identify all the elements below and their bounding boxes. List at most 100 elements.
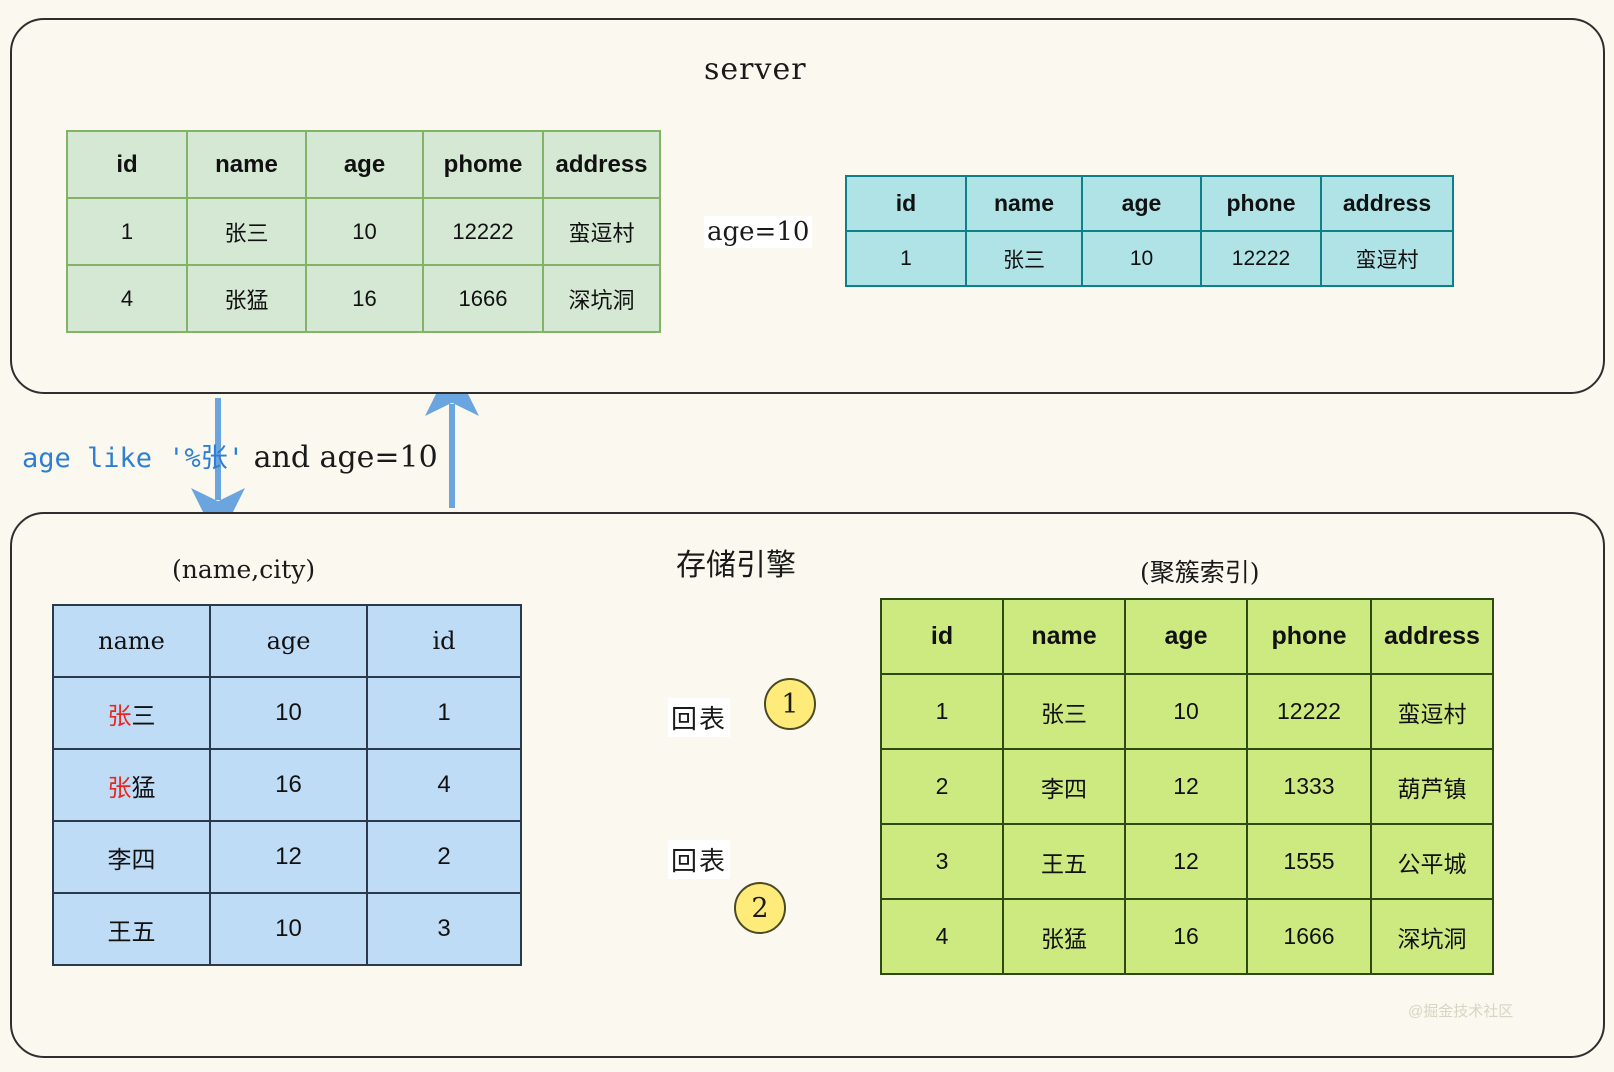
cell-name: 张猛 bbox=[52, 748, 211, 822]
cell-age: 12 bbox=[1124, 748, 1248, 825]
cell-age: 10 bbox=[305, 197, 424, 266]
column-header-address: address bbox=[542, 130, 661, 199]
cell-id: 3 bbox=[366, 892, 522, 966]
diagram-canvas: server id name age phome address 1 张三 10… bbox=[0, 0, 1614, 1072]
column-header-phone: phone bbox=[1200, 175, 1322, 232]
server-title: server bbox=[704, 52, 807, 87]
table-row: 王五 10 3 bbox=[52, 892, 522, 966]
cell-age: 12 bbox=[1124, 823, 1248, 900]
table-header-row: id name age phone address bbox=[880, 598, 1494, 675]
cell-id: 1 bbox=[880, 673, 1004, 750]
cell-name: 张三 bbox=[186, 197, 307, 266]
cell-phone: 12222 bbox=[1200, 230, 1322, 287]
cell-name: 张三 bbox=[965, 230, 1083, 287]
cell-age: 12 bbox=[209, 820, 368, 894]
name-prefix-highlight: 张 bbox=[107, 702, 132, 730]
cell-name: 王五 bbox=[52, 892, 211, 966]
name-rest: 猛 bbox=[131, 774, 156, 802]
column-header-address: address bbox=[1320, 175, 1454, 232]
cell-name: 李四 bbox=[52, 820, 211, 894]
cell-age: 16 bbox=[305, 264, 424, 333]
cell-phome: 12222 bbox=[422, 197, 544, 266]
cell-id: 1 bbox=[845, 230, 967, 287]
cell-phone: 12222 bbox=[1246, 673, 1372, 750]
column-header-phome: phome bbox=[422, 130, 544, 199]
table-row: 3 王五 12 1555 公平城 bbox=[880, 823, 1494, 900]
step-badge-2: 2 bbox=[734, 882, 786, 934]
clustered-index-table: id name age phone address 1 张三 10 12222 … bbox=[880, 598, 1494, 975]
table-row: 张猛 16 4 bbox=[52, 748, 522, 822]
column-header-name: name bbox=[186, 130, 307, 199]
table-row: 4 张猛 16 1666 深坑洞 bbox=[66, 264, 661, 333]
table-row: 2 李四 12 1333 葫芦镇 bbox=[880, 748, 1494, 825]
clustered-index-label: (聚簇索引) bbox=[1140, 558, 1260, 587]
table-header-row: id name age phone address bbox=[845, 175, 1454, 232]
condition-index-part: age like '%张' bbox=[22, 443, 245, 474]
cell-age: 10 bbox=[209, 892, 368, 966]
condition-filter-part: and age=10 bbox=[244, 440, 438, 475]
server-result-table: id name age phone address 1 张三 10 12222 … bbox=[845, 175, 1454, 287]
cell-address: 蛮逗村 bbox=[1320, 230, 1454, 287]
cell-age: 10 bbox=[1081, 230, 1202, 287]
column-header-id: id bbox=[880, 598, 1004, 675]
table-row: 4 张猛 16 1666 深坑洞 bbox=[880, 898, 1494, 975]
table-row: 李四 12 2 bbox=[52, 820, 522, 894]
cell-age: 10 bbox=[1124, 673, 1248, 750]
server-source-table: id name age phome address 1 张三 10 12222 … bbox=[66, 130, 661, 333]
column-header-age: age bbox=[1124, 598, 1248, 675]
cell-id: 2 bbox=[366, 820, 522, 894]
cell-address: 葫芦镇 bbox=[1370, 748, 1494, 825]
cell-name: 张三 bbox=[1002, 673, 1126, 750]
cell-id: 1 bbox=[66, 197, 188, 266]
column-header-age: age bbox=[305, 130, 424, 199]
table-row: 1 张三 10 12222 蛮逗村 bbox=[880, 673, 1494, 750]
cell-address: 蛮逗村 bbox=[1370, 673, 1494, 750]
name-rest: 三 bbox=[131, 702, 156, 730]
column-header-age: age bbox=[209, 604, 368, 678]
column-header-id: id bbox=[845, 175, 967, 232]
table-row: 1 张三 10 12222 蛮逗村 bbox=[66, 197, 661, 266]
cell-address: 公平城 bbox=[1370, 823, 1494, 900]
filter-arrow-label: age=10 bbox=[704, 216, 813, 248]
cell-age: 16 bbox=[1124, 898, 1248, 975]
watermark: @掘金技术社区 bbox=[1408, 1003, 1514, 1020]
column-header-address: address bbox=[1370, 598, 1494, 675]
name-rest: 王五 bbox=[107, 918, 156, 946]
column-header-phone: phone bbox=[1246, 598, 1372, 675]
column-header-age: age bbox=[1081, 175, 1202, 232]
column-header-name: name bbox=[965, 175, 1083, 232]
cell-id: 1 bbox=[366, 676, 522, 750]
table-header-row: name age id bbox=[52, 604, 522, 678]
storage-engine-title: 存储引擎 bbox=[676, 548, 796, 583]
lookup-label-2: 回表 bbox=[668, 840, 731, 879]
secondary-index-table: name age id 张三 10 1 张猛 16 4 李四 12 2 王五 1… bbox=[52, 604, 522, 966]
cell-address: 深坑洞 bbox=[542, 264, 661, 333]
column-header-id: id bbox=[366, 604, 522, 678]
cell-address: 蛮逗村 bbox=[542, 197, 661, 266]
column-header-id: id bbox=[66, 130, 188, 199]
cell-phone: 1333 bbox=[1246, 748, 1372, 825]
cell-id: 4 bbox=[66, 264, 188, 333]
cell-name: 王五 bbox=[1002, 823, 1126, 900]
step-badge-1: 1 bbox=[764, 678, 816, 730]
condition-text: age like '%张' and age=10 bbox=[22, 436, 438, 475]
cell-age: 16 bbox=[209, 748, 368, 822]
cell-phone: 1666 bbox=[1246, 898, 1372, 975]
secondary-index-label: (name,city) bbox=[172, 555, 316, 584]
cell-phone: 1555 bbox=[1246, 823, 1372, 900]
cell-age: 10 bbox=[209, 676, 368, 750]
table-row: 张三 10 1 bbox=[52, 676, 522, 750]
cell-id: 4 bbox=[366, 748, 522, 822]
table-row: 1 张三 10 12222 蛮逗村 bbox=[845, 230, 1454, 287]
lookup-label-1: 回表 bbox=[668, 698, 731, 737]
cell-phome: 1666 bbox=[422, 264, 544, 333]
cell-id: 2 bbox=[880, 748, 1004, 825]
name-rest: 李四 bbox=[107, 846, 156, 874]
cell-address: 深坑洞 bbox=[1370, 898, 1494, 975]
cell-name: 张猛 bbox=[1002, 898, 1126, 975]
name-prefix-highlight: 张 bbox=[107, 774, 132, 802]
column-header-name: name bbox=[1002, 598, 1126, 675]
cell-name: 张三 bbox=[52, 676, 211, 750]
column-header-name: name bbox=[52, 604, 211, 678]
cell-id: 4 bbox=[880, 898, 1004, 975]
